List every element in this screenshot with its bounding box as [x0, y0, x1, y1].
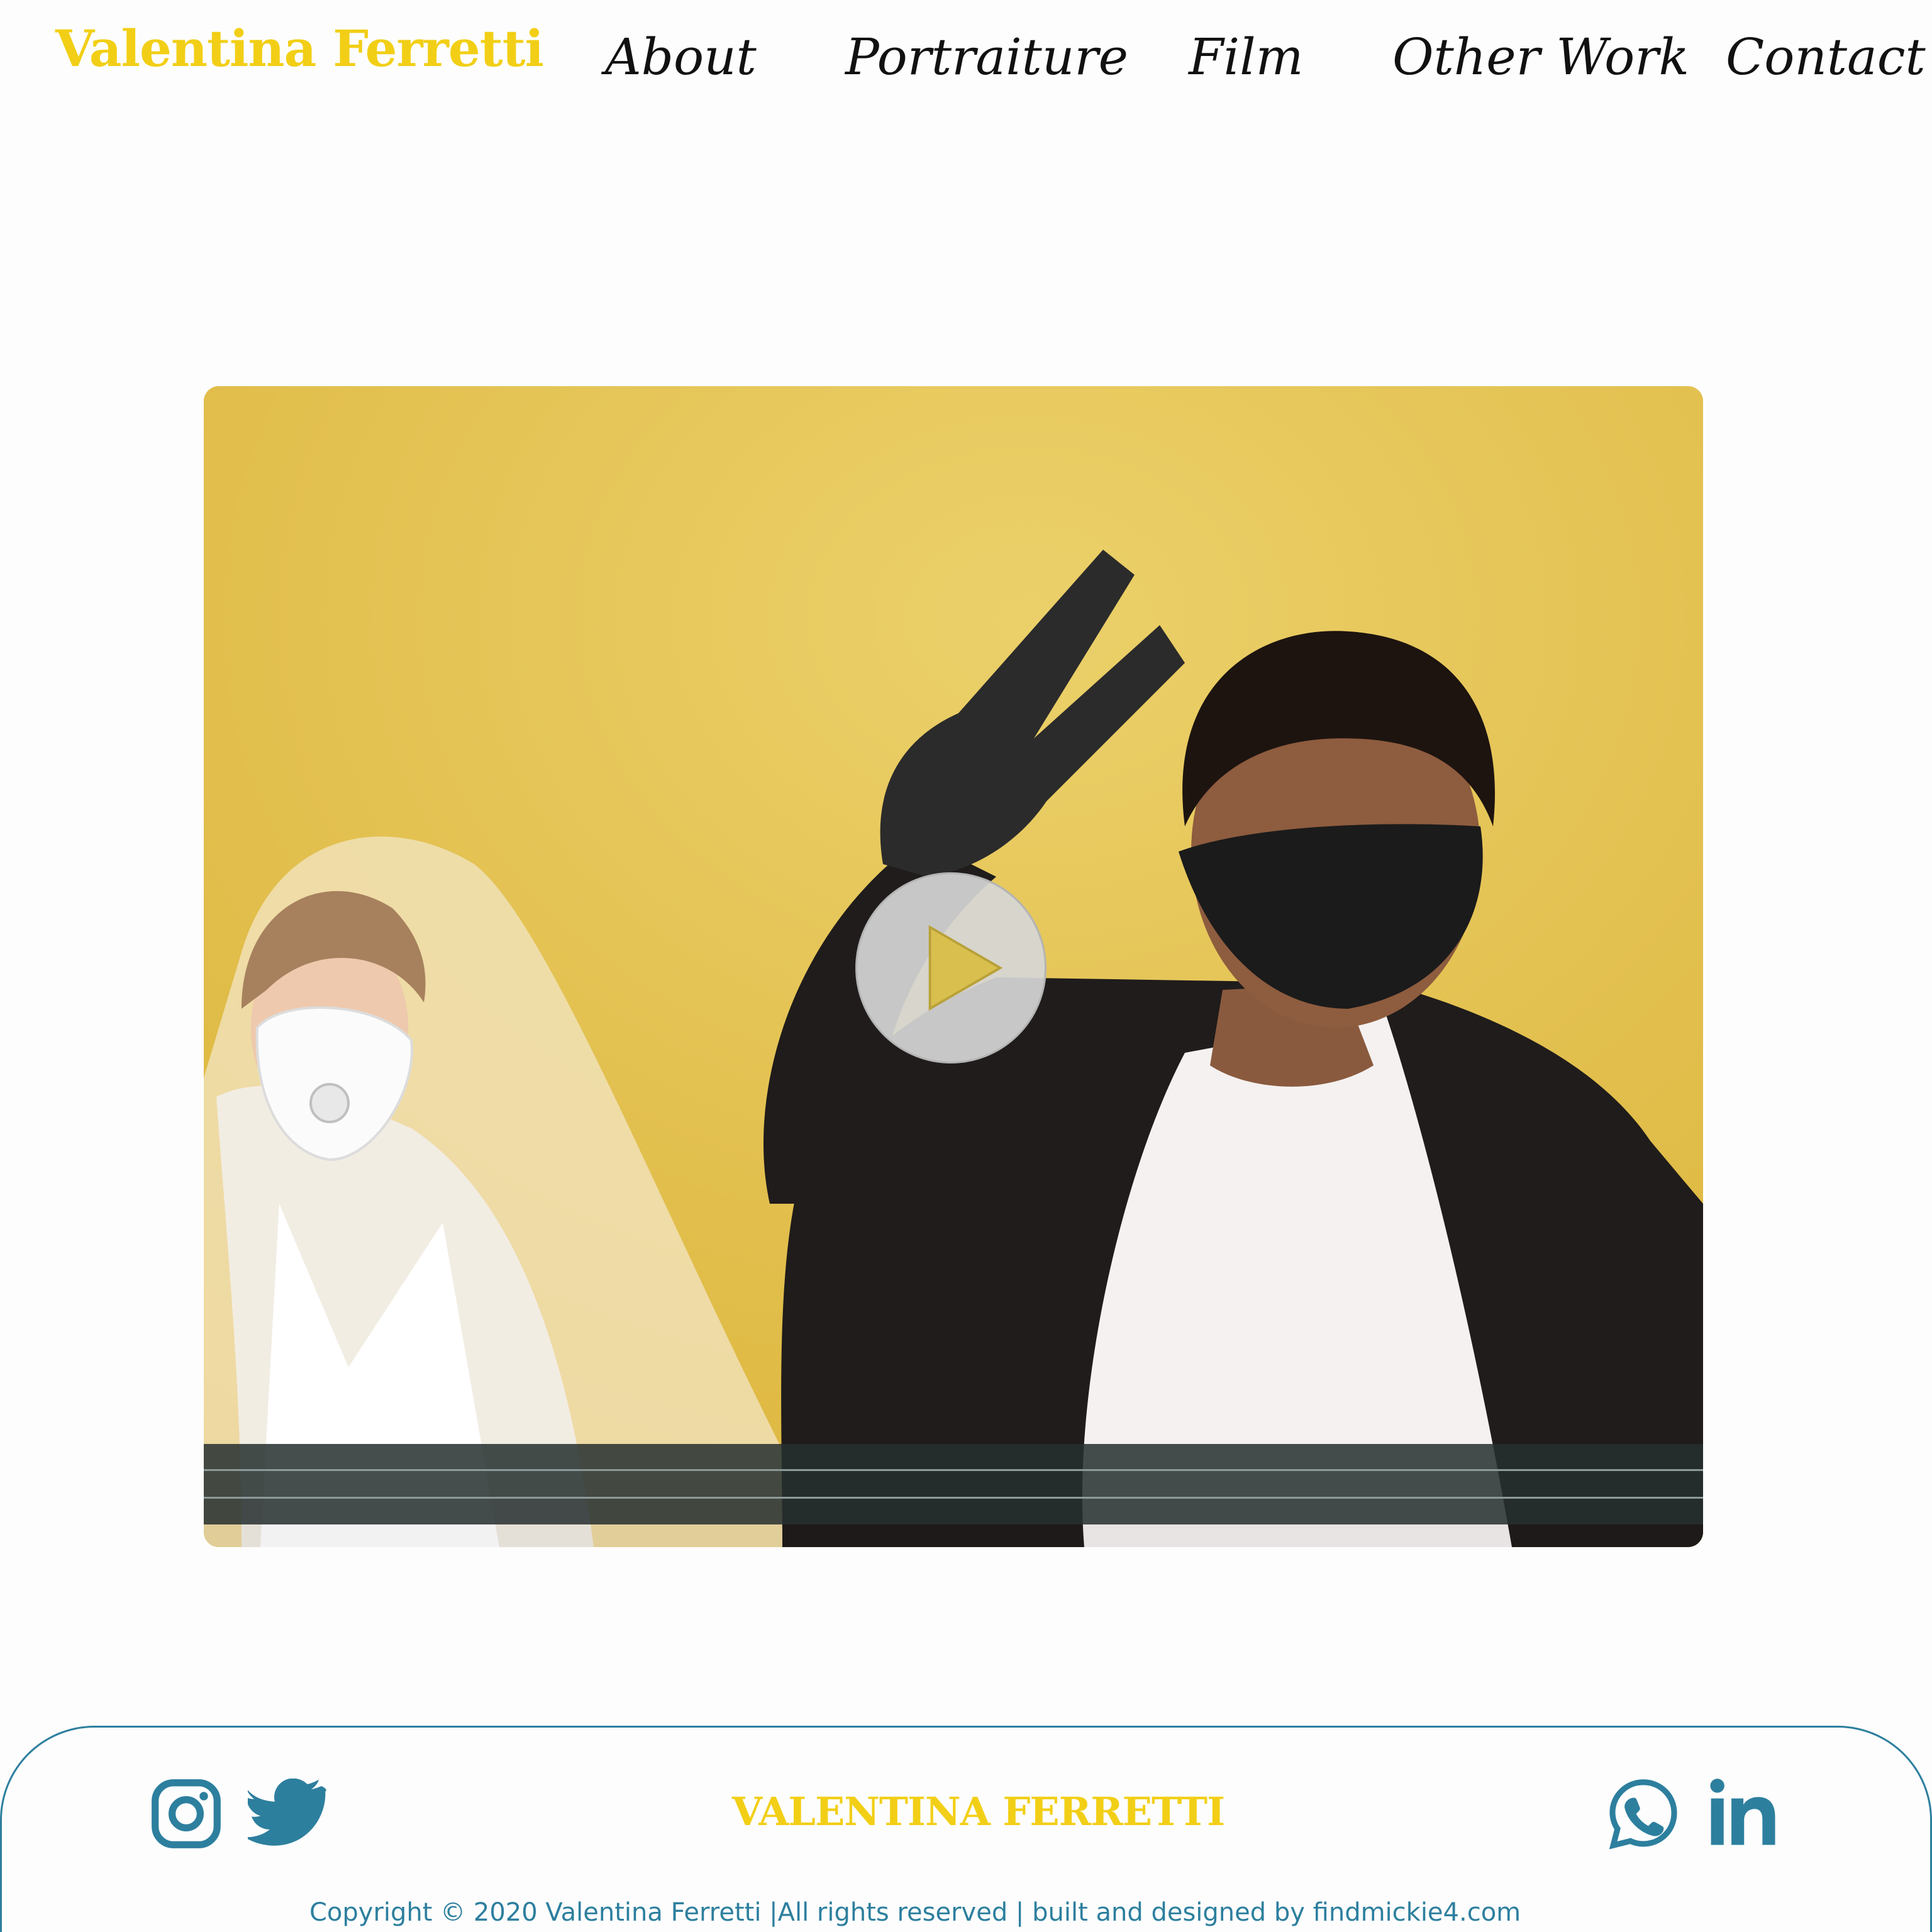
nav-film[interactable]: Film	[1189, 28, 1304, 86]
nav-about[interactable]: About	[605, 28, 757, 86]
play-icon	[928, 924, 1003, 1011]
nav-contact[interactable]: Contact	[1726, 28, 1926, 86]
nav-other-work[interactable]: Other Work	[1392, 28, 1689, 86]
nav-portraiture[interactable]: Portraiture	[845, 28, 1128, 86]
footer-brand-name: VALENTINA FERRETTI	[732, 1789, 1225, 1835]
video-progress-track[interactable]	[204, 1469, 1703, 1471]
twitter-icon[interactable]	[248, 1779, 330, 1849]
page: Valentina Ferretti About Portraiture Fil…	[0, 0, 1932, 1932]
copyright-text: Copyright © 2020 Valentina Ferretti |All…	[309, 1898, 1521, 1927]
play-button[interactable]	[855, 872, 1046, 1063]
video-control-bar[interactable]	[204, 1444, 1703, 1524]
linkedin-icon[interactable]	[1707, 1777, 1779, 1848]
whatsapp-icon[interactable]	[1607, 1777, 1679, 1850]
site-brand[interactable]: Valentina Ferretti	[55, 19, 544, 78]
video-player[interactable]	[204, 386, 1703, 1547]
video-volume-track[interactable]	[204, 1497, 1703, 1499]
instagram-icon[interactable]	[151, 1779, 221, 1849]
